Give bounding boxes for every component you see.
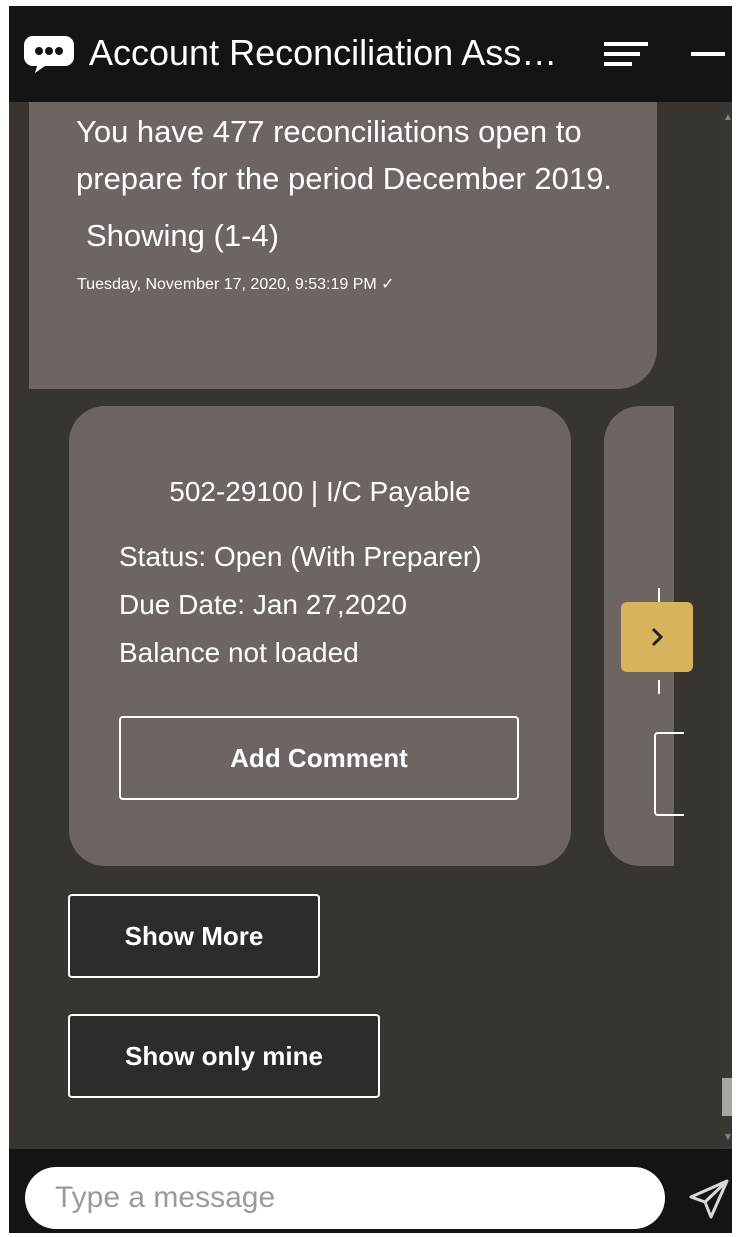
card-status: Status: Open (With Preparer)	[119, 541, 482, 572]
bot-message-bubble: You have 477 reconciliations open to pre…	[29, 102, 657, 389]
card-title: 502-29100 | I/C Payable	[169, 476, 471, 507]
card-due-date: Due Date: Jan 27,2020	[119, 589, 407, 620]
next-card-button-edge[interactable]	[654, 732, 684, 816]
send-icon[interactable]	[687, 1177, 731, 1221]
carousel-next-button[interactable]	[621, 602, 693, 672]
scroll-up-icon[interactable]: ▲	[723, 112, 732, 123]
card-fragment	[658, 588, 660, 602]
chat-header: Account Reconciliation Ass…	[9, 6, 732, 102]
hamburger-menu-icon[interactable]	[602, 36, 650, 72]
reconciliation-card: 502-29100 | I/C Payable Status: Open (Wi…	[69, 406, 571, 866]
show-more-button[interactable]: Show More	[68, 894, 320, 978]
scrollbar-thumb[interactable]	[722, 1078, 732, 1116]
scrollbar[interactable]: ▲ ▼	[722, 102, 732, 1149]
card-balance: Balance not loaded	[119, 637, 359, 668]
card-fragment	[658, 680, 660, 694]
chat-title: Account Reconciliation Ass…	[89, 32, 558, 73]
scroll-down-icon[interactable]: ▼	[723, 1132, 732, 1143]
minimize-icon[interactable]	[687, 36, 727, 72]
showing-range: Showing (1-4)	[86, 218, 279, 253]
add-comment-button[interactable]: Add Comment	[119, 716, 519, 800]
message-text: You have 477 reconciliations open to pre…	[76, 114, 612, 196]
chat-footer	[9, 1149, 732, 1233]
chat-window: Account Reconciliation Ass… You have 477…	[9, 6, 732, 1233]
chat-bubble-icon	[24, 36, 74, 73]
conversation-area: You have 477 reconciliations open to pre…	[9, 102, 722, 1149]
chevron-right-icon	[651, 627, 664, 647]
show-only-mine-button[interactable]: Show only mine	[68, 1014, 380, 1098]
message-input[interactable]	[25, 1167, 665, 1229]
message-timestamp: Tuesday, November 17, 2020, 9:53:19 PM ✓	[77, 276, 395, 293]
